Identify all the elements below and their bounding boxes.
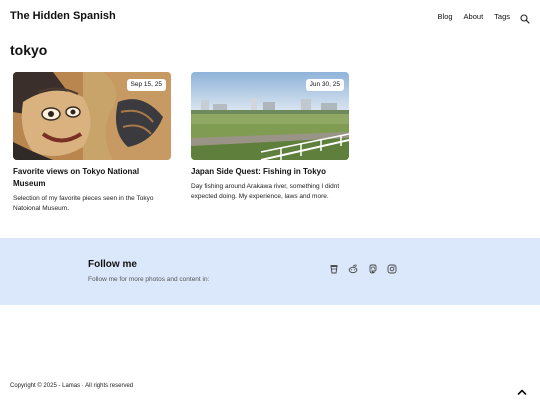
instagram-icon[interactable] [387, 264, 397, 274]
nav-tags-link[interactable]: Tags [494, 12, 510, 21]
post-title[interactable]: Japan Side Quest: Fishing in Tokyo [191, 166, 349, 178]
page-title: tokyo [10, 42, 48, 58]
site-header: The Hidden Spanish Blog About Tags [0, 0, 540, 34]
nav-about-link[interactable]: About [464, 12, 484, 21]
follow-title: Follow me [88, 259, 137, 270]
date-badge: Jun 30, 25 [305, 79, 344, 91]
copyright-text: Copyright © 2025 - Lamas · All rights re… [10, 383, 134, 389]
post-title[interactable]: Favorite views on Tokyo National Museum [13, 166, 171, 190]
main-nav: Blog About Tags [427, 11, 530, 24]
search-icon[interactable] [520, 11, 530, 24]
chevron-up-icon[interactable] [517, 383, 527, 395]
post-card[interactable]: Sep 15, 25 Favorite views on Tokyo Natio… [13, 72, 171, 214]
follow-subtitle: Follow me for more photos and content in… [88, 276, 210, 283]
post-description: Selection of my favorite pieces seen in … [13, 195, 154, 212]
site-title-link[interactable]: The Hidden Spanish [10, 10, 116, 22]
reddit-icon[interactable] [348, 264, 358, 274]
post-thumbnail[interactable]: Sep 15, 25 [13, 72, 171, 160]
date-badge: Sep 15, 25 [126, 79, 166, 91]
nav-blog-link[interactable]: Blog [438, 12, 453, 21]
post-card[interactable]: Jun 30, 25 Japan Side Quest: Fishing in … [191, 72, 349, 202]
follow-section: Follow me Follow me for more photos and … [0, 238, 540, 305]
post-thumbnail[interactable]: Jun 30, 25 [191, 72, 349, 160]
mastodon-icon[interactable] [368, 264, 378, 274]
post-description: Day fishing around Arakawa river, someth… [191, 183, 340, 200]
coffee-cup-icon[interactable] [329, 264, 339, 274]
